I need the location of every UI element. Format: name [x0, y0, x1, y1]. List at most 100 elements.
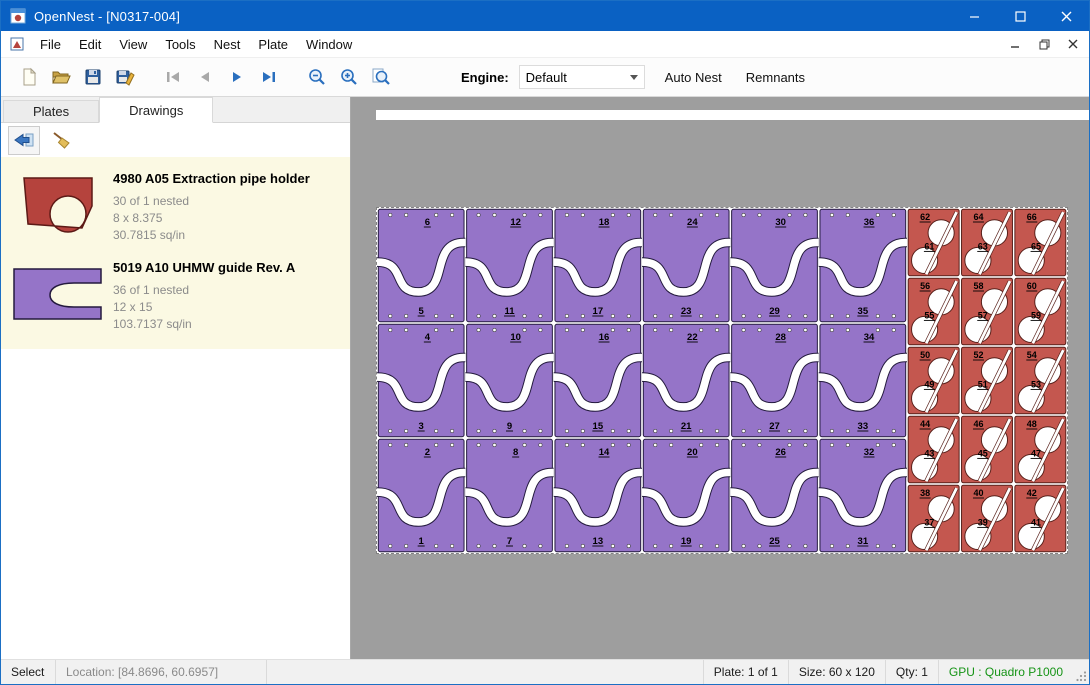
red-part-pair-48-47[interactable]: 48 47: [1015, 416, 1066, 483]
purple-part-pair-22-21[interactable]: 2221: [642, 324, 730, 436]
drawing-size: 12 x 15: [113, 299, 295, 316]
auto-nest-button[interactable]: Auto Nest: [661, 66, 726, 89]
drawings-toolbar: [1, 123, 350, 157]
mdi-minimize-button[interactable]: [1002, 34, 1028, 54]
menu-item-edit[interactable]: Edit: [70, 33, 110, 56]
previous-plate-button[interactable]: [189, 62, 221, 92]
resize-grip[interactable]: [1073, 660, 1089, 684]
plate-sheet[interactable]: 6512111817242330293635431091615222128273…: [376, 207, 1068, 554]
svg-text:54: 54: [1027, 350, 1037, 360]
purple-part-pair-26-25[interactable]: 2625: [730, 439, 818, 551]
new-button[interactable]: [13, 62, 45, 92]
svg-text:19: 19: [681, 536, 692, 547]
menu-item-nest[interactable]: Nest: [205, 33, 250, 56]
purple-part-pair-18-17[interactable]: 1817: [554, 209, 642, 321]
red-part-pair-46-45[interactable]: 4645: [962, 416, 1013, 483]
purple-part-pair-28-27[interactable]: 2827: [730, 324, 818, 436]
mdi-restore-button[interactable]: [1031, 34, 1057, 54]
tab-drawings[interactable]: Drawings: [99, 97, 213, 123]
svg-text:57: 57: [978, 310, 988, 320]
maximize-button[interactable]: [997, 1, 1043, 31]
purple-part-pair-32-31[interactable]: 3231: [819, 439, 907, 551]
close-button[interactable]: [1043, 1, 1089, 31]
svg-text:5: 5: [419, 306, 425, 317]
svg-text:31: 31: [858, 536, 869, 547]
next-plate-button[interactable]: [221, 62, 253, 92]
purple-part-pair-12-11[interactable]: 1211: [465, 209, 553, 321]
red-part-pair-44-43[interactable]: 4443: [908, 416, 959, 483]
purple-part-pair-20-19[interactable]: 2019: [642, 439, 730, 551]
app-window: OpenNest - [N0317-004] File Edit View To…: [0, 0, 1090, 685]
svg-text:48: 48: [1027, 419, 1037, 429]
first-plate-button[interactable]: [157, 62, 189, 92]
menu-item-tools[interactable]: Tools: [156, 33, 204, 56]
statusbar: Select Location: [84.8696, 60.6957] Plat…: [1, 659, 1089, 684]
red-part-pair-40-39[interactable]: 4039: [962, 485, 1013, 552]
zoom-out-button[interactable]: [301, 62, 333, 92]
mdi-close-button[interactable]: [1060, 34, 1086, 54]
menu-item-plate[interactable]: Plate: [249, 33, 297, 56]
drawing-item-uhmw-guide[interactable]: 5019 A10 UHMW guide Rev. A 36 of 1 neste…: [1, 250, 350, 339]
engine-select[interactable]: Default: [519, 65, 645, 89]
first-arrow-icon: [163, 67, 183, 87]
red-part-pair-54-53[interactable]: 5453: [1015, 347, 1066, 414]
menu-item-view[interactable]: View: [110, 33, 156, 56]
svg-text:36: 36: [864, 217, 875, 228]
drawing-item-extraction-pipe-holder[interactable]: 4980 A05 Extraction pipe holder 30 of 1 …: [1, 161, 350, 250]
purple-part-pair-4-3[interactable]: 43: [377, 324, 465, 436]
zoom-fit-icon: [371, 67, 391, 87]
svg-text:34: 34: [864, 332, 875, 343]
red-part-pair-52-51[interactable]: 5251: [962, 347, 1013, 414]
minimize-button[interactable]: [951, 1, 997, 31]
svg-text:38: 38: [920, 488, 930, 498]
purple-part-pair-8-7[interactable]: 87: [465, 439, 553, 551]
send-to-nest-button[interactable]: [8, 126, 40, 155]
remnants-button[interactable]: Remnants: [742, 66, 809, 89]
svg-text:30: 30: [775, 217, 786, 228]
svg-text:1: 1: [419, 536, 425, 547]
svg-text:47: 47: [1031, 448, 1041, 458]
svg-text:37: 37: [924, 517, 934, 527]
red-part-pair-64-63[interactable]: 6463: [962, 209, 1013, 276]
nest-canvas[interactable]: 6512111817242330293635431091615222128273…: [351, 97, 1089, 659]
purple-part-pair-2-1[interactable]: 21: [377, 439, 465, 551]
svg-text:42: 42: [1027, 488, 1037, 498]
svg-text:18: 18: [599, 217, 610, 228]
open-button[interactable]: [45, 62, 77, 92]
purple-part-pair-10-9[interactable]: 109: [465, 324, 553, 436]
purple-part-pair-14-13[interactable]: 1413: [554, 439, 642, 551]
tab-plates[interactable]: Plates: [3, 100, 99, 122]
save-as-button[interactable]: [109, 62, 141, 92]
save-button[interactable]: [77, 62, 109, 92]
purple-part-pair-34-33[interactable]: 3433: [819, 324, 907, 436]
red-part-pair-62-61[interactable]: 6261: [908, 209, 959, 276]
red-part-pair-56-55[interactable]: 5655: [908, 278, 959, 345]
red-part-pair-50-49[interactable]: 5049: [908, 347, 959, 414]
red-part-pair-66-65[interactable]: 6665: [1015, 209, 1066, 276]
red-part-pair-60-59[interactable]: 6059: [1015, 278, 1066, 345]
clear-button[interactable]: [46, 127, 76, 154]
svg-text:10: 10: [510, 332, 521, 343]
canvas-top-strip: [376, 110, 1089, 120]
menu-item-window[interactable]: Window: [297, 33, 361, 56]
svg-text:22: 22: [687, 332, 698, 343]
red-part-pair-38-37[interactable]: 38 37: [908, 485, 959, 552]
svg-text:44: 44: [920, 419, 930, 429]
purple-part-pair-16-15[interactable]: 1615: [554, 324, 642, 436]
zoom-fit-button[interactable]: [365, 62, 397, 92]
document-icon: [9, 36, 25, 52]
red-part-pair-58-57[interactable]: 58 57: [962, 278, 1013, 345]
purple-part-pair-36-35[interactable]: 3635: [819, 209, 907, 321]
nest-plate-svg[interactable]: 6512111817242330293635431091615222128273…: [377, 208, 1067, 553]
menu-item-file[interactable]: File: [31, 33, 70, 56]
purple-part-pair-6-5[interactable]: 65: [377, 209, 465, 321]
save-icon: [83, 67, 103, 87]
svg-text:58: 58: [973, 281, 983, 291]
purple-part-pair-30-29[interactable]: 3029: [730, 209, 818, 321]
purple-part-pair-24-23[interactable]: 2423: [642, 209, 730, 321]
last-plate-button[interactable]: [253, 62, 285, 92]
svg-text:27: 27: [769, 421, 780, 432]
zoom-in-button[interactable]: [333, 62, 365, 92]
red-part-pair-42-41[interactable]: 4241: [1015, 485, 1066, 552]
engine-label: Engine:: [461, 70, 509, 85]
